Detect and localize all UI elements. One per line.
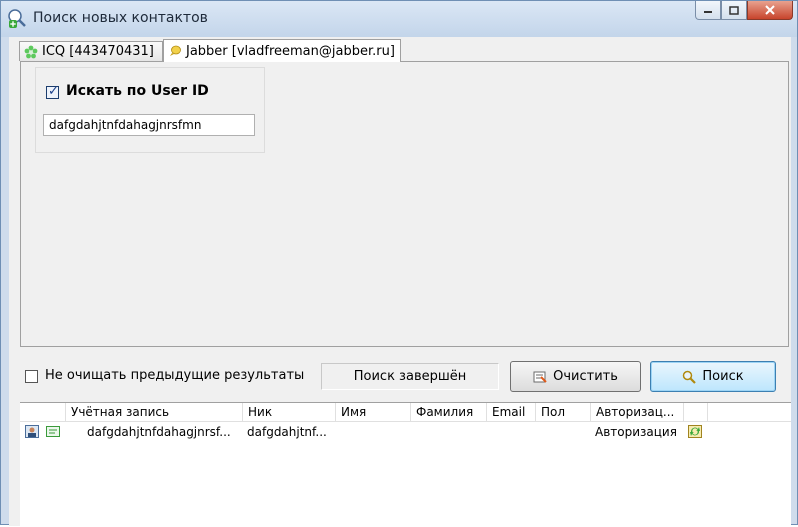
row-account: dafgdahjtnfdahagjnrsf... [87, 425, 231, 439]
maximize-button[interactable] [721, 1, 747, 20]
tab-icq[interactable]: ICQ [443470431] [19, 41, 163, 61]
user-photo-icon [25, 425, 39, 438]
search-icon [683, 370, 697, 384]
add-contact-icon [8, 9, 26, 28]
row-auth: Авторизация [595, 425, 677, 439]
clear-button-label: Очистить [553, 369, 618, 384]
column-header-auth[interactable]: Авторизац... [591, 403, 684, 421]
search-by-user-id-label: Искать по User ID [66, 83, 209, 99]
results-header: Учётная запись Ник Имя Фамилия Email Пол… [20, 403, 791, 422]
minimize-button[interactable] [695, 1, 721, 20]
title-bar[interactable]: Поиск новых контактов [1, 1, 797, 37]
user-info-card-icon [46, 426, 60, 437]
search-button[interactable]: Поиск [650, 361, 776, 392]
tab-icq-label: ICQ [443470431] [42, 44, 154, 59]
checkmark-icon: ✓ [48, 84, 59, 99]
results-list[interactable]: Учётная запись Ник Имя Фамилия Email Пол… [20, 402, 791, 527]
maximize-icon [729, 5, 739, 15]
window-client-area: ICQ [443470431] Jabber [vladfreeman@jabb… [9, 37, 791, 527]
tab-jabber[interactable]: Jabber [vladfreeman@jabber.ru] [163, 39, 401, 62]
row-email [491, 423, 535, 441]
close-icon [765, 5, 775, 15]
tab-jabber-label: Jabber [vladfreeman@jabber.ru] [186, 43, 395, 59]
search-button-label: Поиск [702, 369, 744, 384]
user-id-input[interactable]: dafgdahjtnfdahagjnrsfmn [43, 114, 255, 136]
search-status: Поиск завершён [321, 363, 499, 390]
close-button[interactable] [747, 1, 793, 20]
keep-results-label: Не очищать предыдущие результаты [45, 368, 305, 383]
icq-flower-icon [24, 45, 38, 58]
row-nick: dafgdahjtnf... [247, 425, 327, 439]
column-header-first-name[interactable]: Имя [336, 403, 411, 421]
search-contacts-window: Поиск новых контактов ICQ [443470431] Ja… [0, 0, 798, 527]
user-id-group: ✓ Искать по User ID dafgdahjtnfdahagjnrs… [35, 67, 265, 153]
column-header-auth-action[interactable] [684, 403, 708, 421]
column-header-email[interactable]: Email [487, 403, 536, 421]
row-last-name [415, 423, 485, 441]
column-header-icons[interactable] [20, 403, 66, 421]
column-header-gender[interactable]: Пол [536, 403, 591, 421]
window-controls [695, 1, 793, 20]
clear-button[interactable]: Очистить [510, 361, 641, 392]
clear-list-icon [533, 371, 547, 383]
row-gender [540, 423, 590, 441]
column-header-nick[interactable]: Ник [243, 403, 336, 421]
table-row[interactable]: dafgdahjtnfdahagjnrsf... dafgdahjtnf... … [20, 423, 791, 441]
column-header-last-name[interactable]: Фамилия [411, 403, 487, 421]
window-title: Поиск новых контактов [33, 10, 208, 26]
request-authorization-icon[interactable] [688, 425, 702, 438]
jabber-bulb-icon [170, 45, 181, 56]
keep-results-checkbox[interactable] [25, 370, 38, 383]
minimize-icon [704, 11, 712, 13]
search-by-user-id-checkbox[interactable]: ✓ [46, 84, 59, 99]
column-header-account[interactable]: Учётная запись [66, 403, 243, 421]
row-first-name [340, 423, 410, 441]
search-panel: ✓ Искать по User ID dafgdahjtnfdahagjnrs… [20, 61, 789, 347]
